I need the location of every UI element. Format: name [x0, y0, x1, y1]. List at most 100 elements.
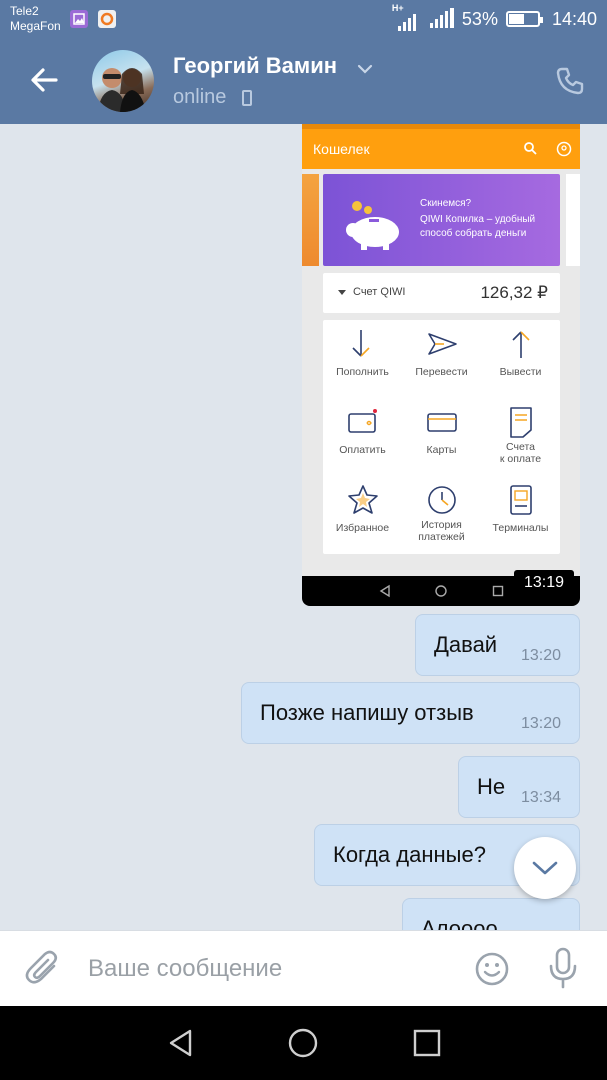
mobile-signal-icon: H+	[392, 3, 422, 31]
back-button[interactable]	[26, 62, 62, 98]
message-bubble[interactable]: Не 13:34	[458, 756, 580, 818]
qiwi-actions-grid: Пополнить Перевести Вывести Оплатить Кар…	[323, 320, 560, 554]
arrow-down-icon	[351, 330, 370, 357]
message-bubble[interactable]: Давай 13:20	[415, 614, 580, 676]
tile-label-line2: к оплате	[499, 453, 542, 465]
message-text: Когда данные?	[333, 842, 486, 867]
tile-topup: Пополнить	[323, 320, 402, 398]
browser-icon	[98, 10, 116, 28]
banner-next-peek	[566, 174, 580, 266]
account-icon	[556, 141, 572, 157]
nav-home-icon[interactable]	[288, 1028, 318, 1058]
tile-label: Вывести	[499, 366, 542, 378]
tile-label: Карты	[426, 444, 457, 456]
search-icon	[524, 142, 537, 155]
chevron-down-icon[interactable]	[356, 60, 374, 78]
nav-recents-icon[interactable]	[412, 1028, 442, 1058]
tile-terminals: Терминалы	[481, 476, 560, 554]
paperclip-icon	[25, 950, 58, 984]
tile-pay: Оплатить	[323, 398, 402, 476]
tile-label: Оплатить	[339, 444, 386, 456]
call-button[interactable]	[555, 66, 585, 96]
network-type: H+	[391, 3, 404, 13]
nav-back-icon[interactable]	[166, 1028, 196, 1058]
send-icon	[427, 333, 457, 355]
chevron-down-icon	[532, 861, 558, 875]
scroll-to-bottom-button[interactable]	[514, 837, 576, 899]
carrier-info: Tele2 MegaFon	[10, 4, 61, 34]
tile-favorites: Избранное	[323, 476, 402, 554]
nav-back-icon	[379, 584, 390, 598]
card-icon	[426, 413, 457, 432]
carrier-2: MegaFon	[10, 19, 61, 33]
avatar[interactable]	[92, 50, 154, 112]
phone-call-icon	[556, 67, 584, 95]
message-input[interactable]	[88, 949, 448, 989]
banner-title: Скинемся?	[420, 198, 472, 209]
nav-home-icon	[435, 585, 447, 597]
tile-label-line1: История	[421, 519, 462, 531]
carrier-1: Tele2	[10, 4, 39, 18]
banner-prev-peek	[302, 174, 319, 266]
back-arrow-icon	[31, 68, 58, 92]
message-time: 13:20	[520, 647, 561, 664]
contact-name[interactable]: Георгий Вамин	[173, 53, 337, 79]
attach-button[interactable]	[24, 949, 64, 989]
tile-label-line1: Счета	[506, 441, 535, 453]
voice-message-button[interactable]	[546, 947, 580, 989]
tile-cards: Карты	[402, 398, 481, 476]
battery-percent: 53%	[461, 8, 498, 29]
message-bubble[interactable]: Позже напишу отзыв 13:20	[241, 682, 580, 744]
microphone-icon	[549, 947, 577, 989]
arrow-up-icon	[511, 331, 530, 358]
clock-icon	[427, 486, 456, 514]
message-text: Алоооо	[421, 916, 498, 930]
message-bubble[interactable]: Алоооо	[402, 898, 580, 930]
qiwi-title: Кошелек	[313, 141, 370, 157]
message-text: Давай	[434, 632, 498, 657]
signal-strength-icon	[429, 8, 454, 28]
tile-label: Терминалы	[492, 522, 549, 534]
emoji-button[interactable]	[474, 951, 510, 987]
tile-label-line2: платежей	[418, 531, 465, 543]
invoice-icon	[509, 407, 532, 438]
account-selector: Счет QIWI 126,32 ₽	[323, 273, 560, 313]
contact-status: online	[173, 86, 227, 108]
battery-fill	[508, 14, 524, 24]
battery-icon	[505, 11, 543, 27]
tile-label: Пополнить	[336, 366, 389, 378]
account-label: Счет QIWI	[353, 286, 406, 298]
tile-history: История платежей	[402, 476, 481, 554]
message-list[interactable]: Кошелек Скинемся? QIWI Копилка – удобный…	[0, 124, 607, 930]
qiwi-app-bar: Кошелек	[302, 129, 580, 169]
account-balance: 126,32 ₽	[480, 283, 548, 302]
banner-text: QIWI Копилка – удобный способ собрать де…	[420, 214, 536, 239]
caret-down-icon	[338, 290, 346, 295]
tile-transfer: Перевести	[402, 320, 481, 398]
status-bar: Tele2 MegaFon H+ 53% 14:40	[0, 0, 607, 38]
status-indicators: H+ 53% 14:40	[392, 0, 597, 38]
message-time: 13:20	[520, 715, 561, 732]
composer	[0, 930, 607, 1006]
clock: 14:40	[551, 8, 597, 29]
terminal-icon	[509, 485, 532, 515]
tile-label: Избранное	[335, 522, 390, 534]
gallery-icon	[70, 10, 88, 28]
tile-invoices: Счета к оплате	[481, 398, 560, 476]
system-navigation-bar	[0, 1006, 607, 1080]
nav-recents-icon	[492, 585, 504, 597]
star-icon	[347, 485, 378, 514]
message-text: Позже напишу отзыв	[260, 700, 474, 725]
tile-withdraw: Вывести	[481, 320, 560, 398]
smiley-icon	[475, 952, 509, 986]
mobile-device-icon	[242, 90, 252, 106]
tile-label: Перевести	[415, 366, 468, 378]
qiwi-banner: Скинемся? QIWI Копилка – удобный способ …	[323, 174, 560, 266]
wallet-icon	[347, 409, 377, 433]
message-time: 13:34	[520, 789, 561, 806]
image-message[interactable]: Кошелек Скинемся? QIWI Копилка – удобный…	[302, 124, 580, 606]
chat-header: Георгий Вамин online	[0, 38, 607, 124]
piggy-bank-icon	[346, 201, 399, 250]
message-text: Не	[477, 774, 506, 799]
message-time: 13:19	[514, 570, 574, 596]
